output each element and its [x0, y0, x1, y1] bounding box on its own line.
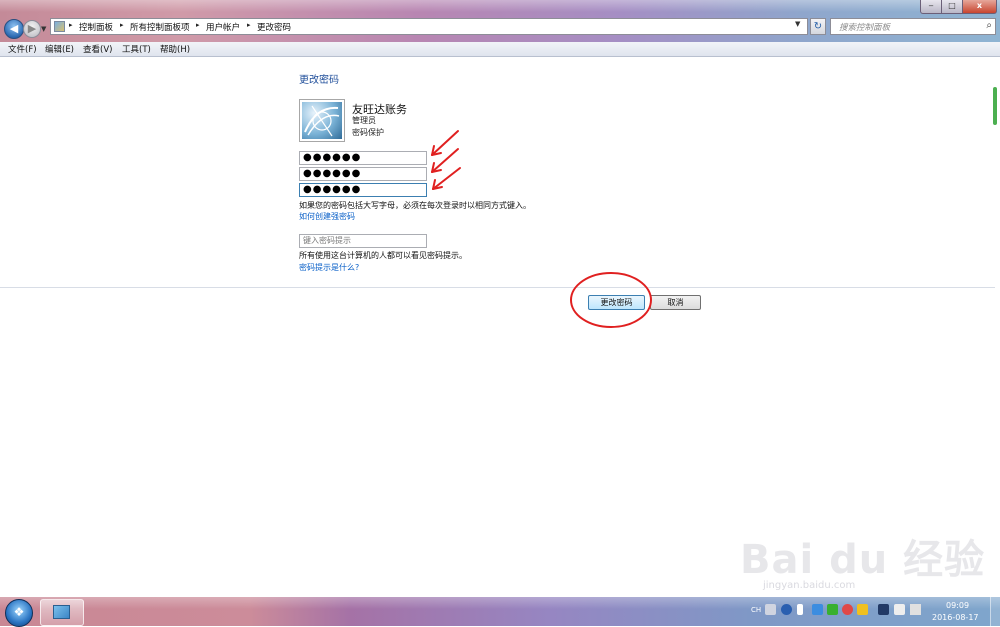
baidu-watermark: Bai du 经验 — [740, 537, 986, 583]
control-panel-icon — [53, 605, 70, 619]
app-tray-icon[interactable] — [827, 604, 838, 615]
watermark-url: jingyan.baidu.com — [763, 580, 856, 591]
show-desktop-button[interactable] — [990, 597, 1000, 626]
tray-expand-icon[interactable] — [797, 604, 803, 615]
flag-icon[interactable] — [894, 604, 905, 615]
qq-icon[interactable] — [842, 604, 853, 615]
start-button[interactable]: ❖ — [5, 599, 33, 627]
notification-icon[interactable] — [857, 604, 868, 615]
taskbar-control-panel-button[interactable] — [40, 599, 84, 626]
annotation-circle-icon — [570, 272, 652, 328]
volume-icon[interactable] — [910, 604, 921, 615]
language-indicator[interactable]: CH — [751, 606, 761, 614]
clock-date[interactable]: 2016-08-17 — [932, 613, 979, 622]
windows-logo-icon: ❖ — [13, 605, 25, 619]
network-icon[interactable] — [878, 604, 889, 615]
security-shield-icon[interactable] — [812, 604, 823, 615]
clock-time[interactable]: 09:09 — [946, 601, 969, 610]
keyboard-icon[interactable] — [765, 604, 776, 615]
help-icon[interactable] — [781, 604, 792, 615]
